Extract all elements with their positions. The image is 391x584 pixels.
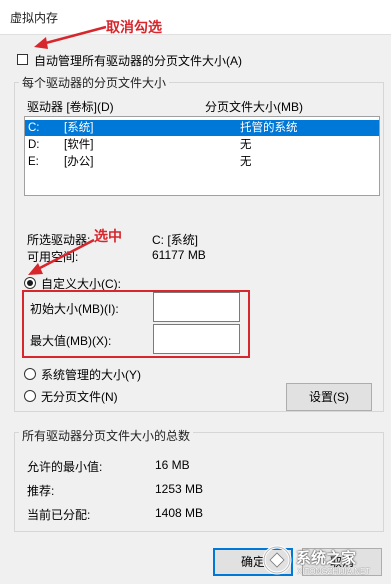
annotation-arrow-uncheck <box>34 25 107 49</box>
min-allowed-value: 16 MB <box>155 458 190 472</box>
annotation-uncheck: 取消勾选 <box>106 19 162 35</box>
watermark-url: XITONGZHIJIA.NET <box>297 567 371 576</box>
min-allowed-label: 允许的最小值: <box>27 460 103 474</box>
initial-size-input[interactable] <box>153 292 240 322</box>
drive-size: 托管的系统 <box>240 122 298 134</box>
drive-label: [系统] <box>64 122 94 134</box>
auto-manage-checkbox[interactable] <box>17 54 28 65</box>
drive-row-e[interactable]: E: [办公] 无 <box>25 154 379 170</box>
watermark-logo-icon <box>262 545 292 575</box>
drive-letter: C: <box>28 122 40 134</box>
initial-size-label: 初始大小(MB)(I): <box>30 302 119 316</box>
column-size-header: 分页文件大小(MB) <box>205 100 303 114</box>
max-size-input[interactable] <box>153 324 240 354</box>
system-managed-label[interactable]: 系统管理的大小(Y) <box>41 366 141 383</box>
set-button[interactable]: 设置(S) <box>286 383 372 411</box>
no-paging-radio[interactable] <box>24 390 36 402</box>
drive-letter: E: <box>28 156 39 168</box>
drive-size: 无 <box>240 139 252 151</box>
no-paging-label[interactable]: 无分页文件(N) <box>41 388 118 405</box>
drive-row-d[interactable]: D: [软件] 无 <box>25 137 379 153</box>
available-space-value: 61177 MB <box>152 248 206 262</box>
custom-size-radio[interactable] <box>24 277 36 289</box>
drive-label: [办公] <box>64 156 94 168</box>
annotation-arrow-select <box>28 238 95 275</box>
current-allocated-value: 1408 MB <box>155 506 204 520</box>
drive-label: [软件] <box>64 139 94 151</box>
recommended-label: 推荐: <box>27 484 55 498</box>
current-allocated-label: 当前已分配: <box>27 508 91 522</box>
recommended-value: 1253 MB <box>155 482 204 496</box>
drive-list[interactable]: C: [系统] 托管的系统 D: [软件] 无 E: [办公] 无 <box>24 116 380 196</box>
drive-size: 无 <box>240 156 252 168</box>
auto-manage-label[interactable]: 自动管理所有驱动器的分页文件大小(A) <box>34 52 242 69</box>
column-drive-header: 驱动器 [卷标](D) <box>27 100 114 114</box>
drive-row-c[interactable]: C: [系统] 托管的系统 <box>25 120 379 136</box>
totals-group-label: 所有驱动器分页文件大小的总数 <box>19 427 194 444</box>
watermark-text: 系统之家 <box>296 550 357 567</box>
selected-drive-value: C: [系统] <box>152 233 199 247</box>
max-size-label: 最大值(MB)(X): <box>30 334 112 348</box>
system-managed-radio[interactable] <box>24 368 36 380</box>
per-drive-group-label: 每个驱动器的分页文件大小 <box>19 74 170 91</box>
drive-letter: D: <box>28 139 40 151</box>
